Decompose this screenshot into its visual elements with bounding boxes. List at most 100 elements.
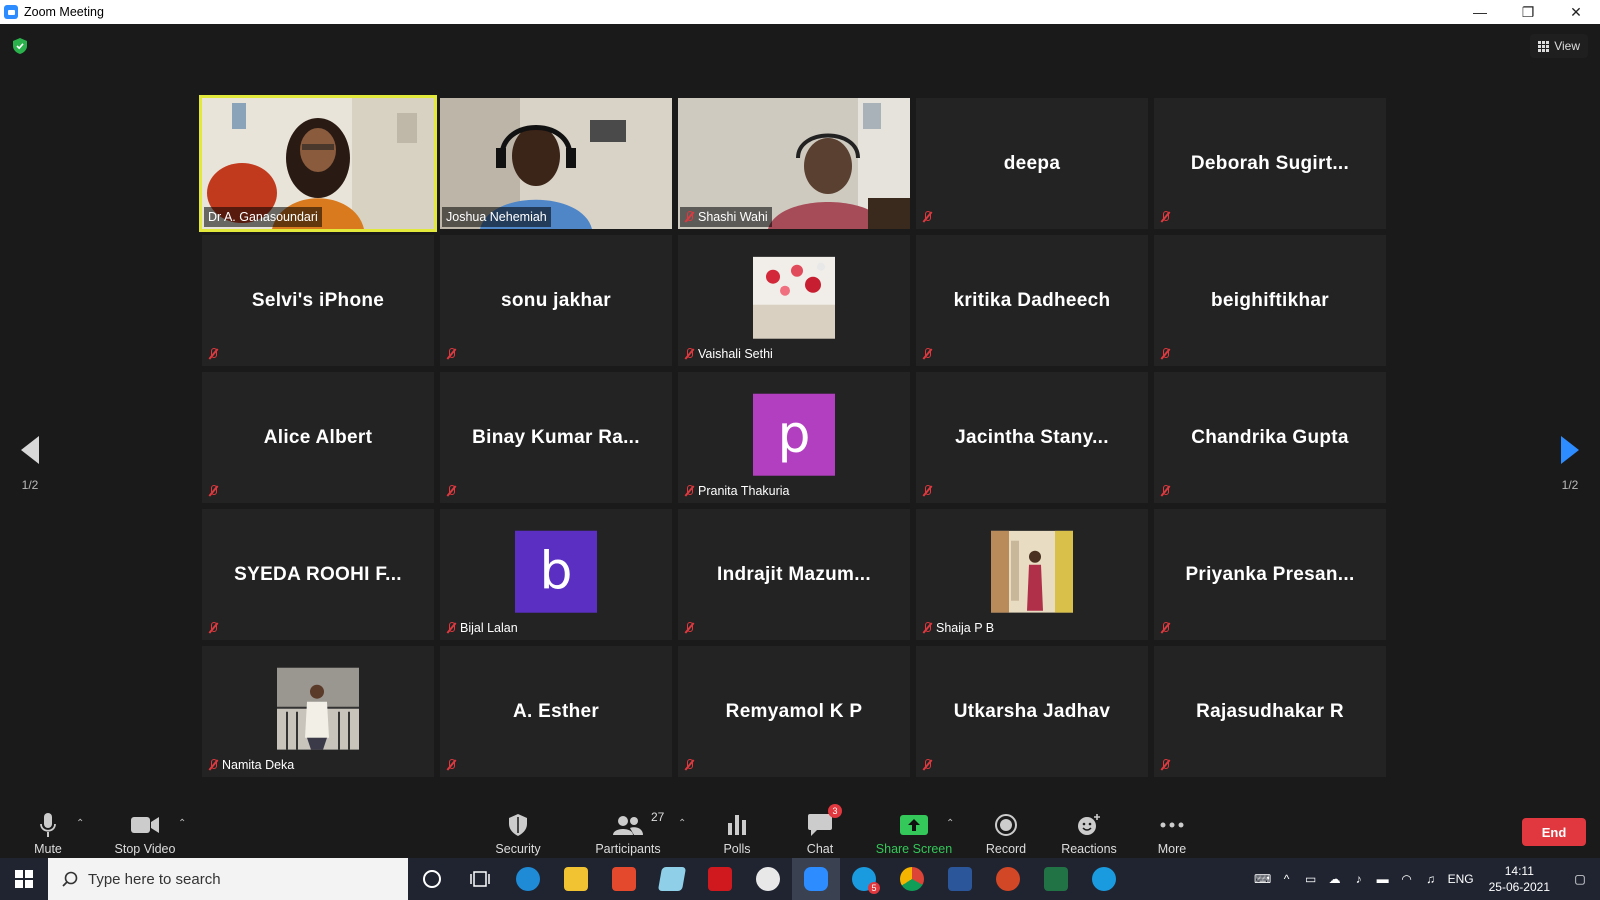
security-shield-icon — [509, 812, 527, 838]
stop-video-button[interactable]: Stop Video — [110, 808, 180, 856]
security-button[interactable]: Security — [488, 808, 548, 856]
share-options-caret-icon[interactable]: ⌃ — [946, 818, 954, 829]
participant-label: Dr A. Ganasoundari — [204, 207, 322, 227]
audio-options-caret-icon[interactable]: ⌃ — [76, 818, 84, 829]
participant-tile[interactable]: kritika Dadheech — [916, 235, 1148, 366]
skype-badge: 5 — [868, 882, 880, 894]
share-screen-button[interactable]: Share Screen — [872, 808, 956, 856]
participant-name: Dr A. Ganasoundari — [208, 210, 318, 224]
participant-tile[interactable]: Jacintha Stany... — [916, 372, 1148, 503]
notepad-app-button[interactable] — [648, 858, 696, 900]
polls-button[interactable]: Polls — [712, 808, 762, 856]
end-meeting-button[interactable]: End — [1522, 818, 1586, 846]
paint-app-button[interactable] — [744, 858, 792, 900]
profile-picture — [277, 667, 359, 750]
chrome-app-button[interactable] — [888, 858, 936, 900]
participant-tile[interactable]: Alice Albert — [202, 372, 434, 503]
windows-taskbar: Type here to search 5 ⌨ ^ ▭ ☁ ♪ ▬ ◠ ♫ EN… — [0, 858, 1600, 900]
close-button[interactable]: ✕ — [1552, 0, 1600, 24]
previous-page-button[interactable]: 1/2 — [0, 416, 60, 506]
microphone-icon — [40, 812, 56, 838]
participant-tile[interactable]: sonu jakhar — [440, 235, 672, 366]
encryption-shield-icon[interactable] — [13, 38, 27, 54]
participant-tile[interactable]: Shaija P B — [916, 509, 1148, 640]
more-button[interactable]: More — [1150, 808, 1194, 856]
mic-muted-icon — [922, 347, 932, 361]
participant-tile[interactable]: Chandrika Gupta — [1154, 372, 1386, 503]
task-view-button[interactable] — [456, 858, 504, 900]
participant-label: Shaija P B — [918, 618, 998, 638]
powerpoint-app-button[interactable] — [984, 858, 1032, 900]
tray-chevron-up-icon[interactable]: ^ — [1275, 872, 1299, 886]
view-button[interactable]: View — [1530, 34, 1588, 58]
word-icon — [948, 867, 972, 891]
onedrive-cloud-icon[interactable]: ☁ — [1323, 872, 1347, 886]
clock-time: 14:11 — [1504, 864, 1534, 878]
acrobat-app-button[interactable] — [696, 858, 744, 900]
mic-muted-icon — [446, 621, 456, 635]
mic-muted-icon — [684, 484, 694, 498]
chat-button[interactable]: 3 Chat — [796, 804, 844, 856]
mic-muted-icon — [208, 758, 218, 772]
office-icon — [612, 867, 636, 891]
participant-tile[interactable]: Utkarsha Jadhav — [916, 646, 1148, 777]
participant-tile[interactable]: p Pranita Thakuria — [678, 372, 910, 503]
cortana-button[interactable] — [408, 858, 456, 900]
taskbar-clock[interactable]: 14:11 25-06-2021 — [1479, 863, 1560, 895]
video-tile[interactable]: Dr A. Ganasoundari — [199, 95, 437, 232]
notifications-icon[interactable]: ▢ — [1560, 872, 1600, 886]
participants-icon: 27 — [613, 810, 664, 838]
arrow-right-icon — [1561, 436, 1579, 464]
language-indicator[interactable]: ENG — [1443, 872, 1479, 886]
office-app-button[interactable] — [600, 858, 648, 900]
restore-button[interactable]: ❐ — [1504, 0, 1552, 24]
battery-icon[interactable]: ▬ — [1371, 872, 1395, 886]
window-titlebar: Zoom Meeting — ❐ ✕ — [0, 0, 1600, 24]
participant-tile[interactable]: Binay Kumar Ra... — [440, 372, 672, 503]
record-button[interactable]: Record — [980, 808, 1032, 856]
participant-tile[interactable]: Rajasudhakar R — [1154, 646, 1386, 777]
participant-tile[interactable]: deepa — [916, 98, 1148, 229]
meet-now-icon[interactable]: ▭ — [1299, 872, 1323, 886]
participant-tile[interactable]: b Bijal Lalan — [440, 509, 672, 640]
participant-tile[interactable]: Remyamol K P — [678, 646, 910, 777]
volume-icon[interactable]: ♫ — [1419, 872, 1443, 886]
participant-tile[interactable]: A. Esther — [440, 646, 672, 777]
participant-tile[interactable]: Vaishali Sethi — [678, 235, 910, 366]
record-label: Record — [985, 842, 1027, 856]
reactions-button[interactable]: Reactions — [1056, 808, 1122, 856]
participants-button[interactable]: 27 Participants — [590, 808, 666, 856]
start-button[interactable] — [0, 858, 48, 900]
help-app-button[interactable] — [1080, 858, 1128, 900]
participant-tile[interactable]: Priyanka Presan... — [1154, 509, 1386, 640]
participant-label — [1156, 207, 1174, 227]
word-app-button[interactable] — [936, 858, 984, 900]
participant-tile[interactable]: beighiftikhar — [1154, 235, 1386, 366]
mute-button[interactable]: Mute — [28, 808, 68, 856]
participant-tile[interactable]: Selvi's iPhone — [202, 235, 434, 366]
keyboard-icon[interactable]: ⌨ — [1251, 872, 1275, 886]
participant-tile[interactable]: SYEDA ROOHI F... — [202, 509, 434, 640]
participant-tile[interactable]: Namita Deka — [202, 646, 434, 777]
record-icon — [995, 812, 1017, 838]
participant-label — [918, 344, 936, 364]
video-options-caret-icon[interactable]: ⌃ — [178, 818, 186, 829]
skype-app-button[interactable]: 5 — [840, 858, 888, 900]
participants-caret-icon[interactable]: ⌃ — [678, 818, 686, 829]
video-tile[interactable]: Shashi Wahi — [678, 98, 910, 229]
video-camera-icon — [131, 812, 159, 838]
file-explorer-app-button[interactable] — [552, 858, 600, 900]
video-tile[interactable]: Joshua Nehemiah — [440, 98, 672, 229]
participant-label — [680, 618, 698, 638]
edge-app-button[interactable] — [504, 858, 552, 900]
participant-tile[interactable]: Deborah Sugirt... — [1154, 98, 1386, 229]
participant-tile[interactable]: Indrajit Mazum... — [678, 509, 910, 640]
minimize-button[interactable]: — — [1456, 0, 1504, 24]
next-page-button[interactable]: 1/2 — [1540, 416, 1600, 506]
microphone-tray-icon[interactable]: ♪ — [1347, 872, 1371, 886]
excel-app-button[interactable] — [1032, 858, 1080, 900]
mic-muted-icon — [684, 210, 694, 224]
wifi-icon[interactable]: ◠ — [1395, 872, 1419, 886]
taskbar-search-box[interactable]: Type here to search — [48, 858, 408, 900]
zoom-app-button[interactable] — [792, 858, 840, 900]
